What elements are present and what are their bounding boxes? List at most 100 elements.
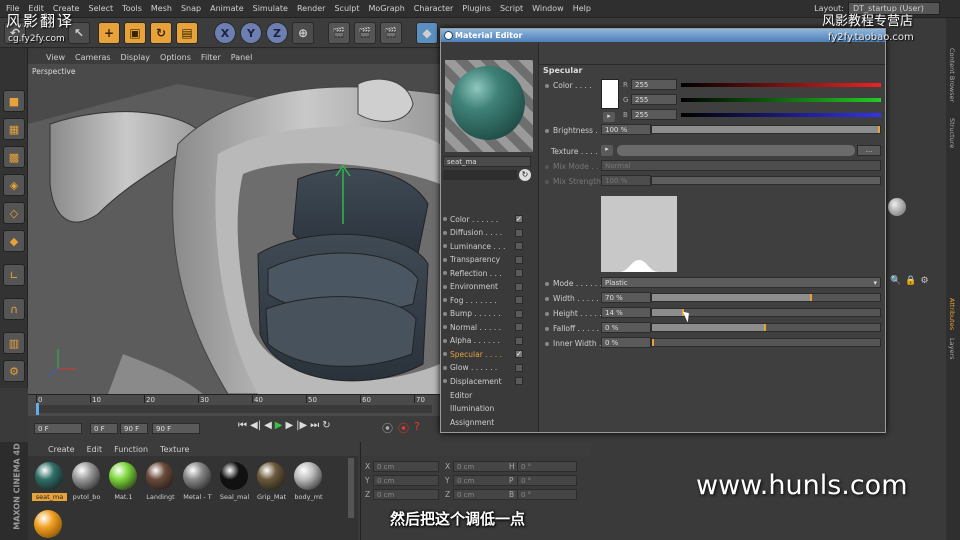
menu-item-tools[interactable]: Tools (122, 4, 142, 13)
next-frame-icon[interactable]: ▶ (285, 420, 293, 431)
material-menu-texture[interactable]: Texture (160, 445, 189, 454)
menu-item-sculpt[interactable]: Sculpt (334, 4, 359, 13)
lock-icon[interactable]: 🔒 (905, 276, 916, 286)
width-slider[interactable] (651, 293, 881, 302)
editor-extra-editor[interactable]: Editor (443, 389, 535, 401)
channel-checkbox[interactable] (515, 363, 523, 372)
render-picture-icon[interactable]: 🎬 (354, 22, 376, 44)
material-item[interactable]: Seal_mal (217, 460, 252, 506)
viewport-menu-display[interactable]: Display (121, 53, 151, 62)
viewport[interactable]: Perspective (28, 64, 440, 394)
cube-icon[interactable]: ◆ (416, 22, 438, 44)
menu-item-character[interactable]: Character (414, 4, 454, 13)
move-icon[interactable]: + (98, 22, 120, 44)
channel-checkbox[interactable] (515, 255, 523, 264)
channel-checkbox[interactable] (515, 309, 523, 318)
menu-item-animate[interactable]: Animate (210, 4, 244, 13)
channel-item[interactable]: Specular . . . . ✓ (443, 348, 535, 360)
menu-item-window[interactable]: Window (532, 4, 564, 13)
channel-item[interactable]: Diffusion . . . . (443, 227, 535, 239)
mix-strength-field[interactable]: 100 % (601, 175, 651, 186)
right-tab-attributes[interactable]: Attributes (948, 298, 956, 330)
b-slider[interactable] (681, 113, 881, 117)
editor-extra-assignment[interactable]: Assignment (443, 416, 535, 428)
inner-width-slider[interactable] (651, 338, 881, 347)
go-start-icon[interactable]: ⏮ (238, 420, 247, 431)
menu-item-plugins[interactable]: Plugins (462, 4, 491, 13)
texture-menu-arrow[interactable]: ▸ (601, 145, 613, 156)
material-item[interactable]: Landingt (143, 460, 178, 506)
autokey-icon[interactable]: ⦿ (398, 420, 409, 436)
go-end-icon[interactable]: ⏭ (310, 420, 319, 431)
gear-icon[interactable]: ⚙ (3, 360, 25, 382)
channel-item[interactable]: Normal . . . . . (443, 321, 535, 333)
axis-x-button[interactable]: X (214, 22, 236, 44)
menu-item-script[interactable]: Script (500, 4, 523, 13)
mode-select[interactable]: Plastic ▾ (601, 277, 881, 288)
viewport-menu-options[interactable]: Options (160, 53, 191, 62)
timeline[interactable]: 0 10 20 30 40 50 60 70 (28, 394, 440, 416)
rotate-icon[interactable]: ↻ (150, 22, 172, 44)
keyframe-help-icon[interactable]: ? (414, 420, 420, 436)
channel-item[interactable]: Luminance . . . (443, 240, 535, 252)
render-view-icon[interactable]: 🎬 (328, 22, 350, 44)
channel-item[interactable]: Reflection . . . (443, 267, 535, 279)
coord-field[interactable]: 0 cm (373, 475, 439, 486)
material-preview[interactable] (445, 60, 533, 152)
material-editor-title[interactable]: Material Editor (441, 29, 885, 42)
channel-checkbox[interactable] (515, 242, 523, 250)
material-item[interactable]: pvtol_bo (69, 460, 104, 506)
right-tab-content-browser[interactable]: Content Browser (948, 48, 956, 102)
texture-browse-button[interactable]: ... (857, 145, 881, 156)
material-item[interactable]: seat_ma (32, 460, 67, 506)
material-menu-function[interactable]: Function (114, 445, 148, 454)
mix-strength-slider[interactable] (651, 176, 881, 185)
material-menu-edit[interactable]: Edit (87, 445, 103, 454)
playhead[interactable] (36, 403, 39, 415)
channel-checkbox[interactable]: ✓ (515, 215, 523, 223)
right-tab-structure[interactable]: Structure (948, 118, 956, 148)
material-item[interactable]: Metal - T (180, 460, 215, 506)
height-field[interactable]: 14 % (601, 307, 651, 318)
axis-mode-icon[interactable]: ∟ (3, 264, 25, 286)
material-name-field[interactable]: seat_ma (443, 156, 531, 167)
coord-field[interactable]: 0 ° (517, 489, 577, 500)
axis-z-button[interactable]: Z (266, 22, 288, 44)
channel-checkbox[interactable] (515, 269, 523, 277)
menu-item-select[interactable]: Select (88, 4, 113, 13)
channel-checkbox[interactable] (515, 336, 523, 345)
end-frame-field[interactable]: 90 F (152, 423, 200, 434)
scale-icon[interactable]: ▣ (124, 22, 146, 44)
channel-item[interactable]: Alpha . . . . . . (443, 335, 535, 347)
g-slider[interactable] (681, 98, 881, 102)
g-field[interactable]: 255 (631, 94, 677, 105)
menu-item-help[interactable]: Help (573, 4, 591, 13)
next-key-icon[interactable]: |▶ (296, 420, 307, 431)
material-menu-create[interactable]: Create (48, 445, 75, 454)
play-icon[interactable]: ▶ (275, 420, 283, 431)
texture-mode-icon[interactable]: ▦ (3, 118, 25, 140)
viewport-menu-filter[interactable]: Filter (201, 53, 221, 62)
falloff-slider[interactable] (651, 323, 881, 332)
channel-checkbox[interactable]: ✓ (515, 350, 523, 358)
viewport-menu-cameras[interactable]: Cameras (75, 53, 111, 62)
loop-icon[interactable]: ↻ (322, 420, 330, 431)
color-picker-toggle[interactable]: ▸ (603, 112, 615, 122)
right-tab-layers[interactable]: Layers (948, 338, 956, 360)
material-item[interactable]: Mat.1 (106, 460, 141, 506)
menu-item-render[interactable]: Render (297, 4, 325, 13)
coord-field[interactable]: 0 cm (373, 461, 439, 472)
axis-y-button[interactable]: Y (240, 22, 262, 44)
model-mode-icon[interactable]: ■ (3, 90, 25, 112)
workplane-icon[interactable]: ▩ (3, 146, 25, 168)
prev-frame-icon[interactable]: ◀ (264, 420, 272, 431)
search-icon[interactable]: 🔍 (890, 276, 901, 286)
brightness-field[interactable]: 100 % (601, 124, 651, 135)
render-settings-icon[interactable]: 🎬 (380, 22, 402, 44)
channel-item[interactable]: Bump . . . . . . (443, 308, 535, 320)
viewport-menu-panel[interactable]: Panel (231, 53, 253, 62)
range-start-field[interactable]: 0 F (90, 423, 118, 434)
points-mode-icon[interactable]: ◈ (3, 174, 25, 196)
brightness-slider[interactable] (651, 125, 881, 134)
recent-tools-icon[interactable]: ▤ (176, 22, 198, 44)
